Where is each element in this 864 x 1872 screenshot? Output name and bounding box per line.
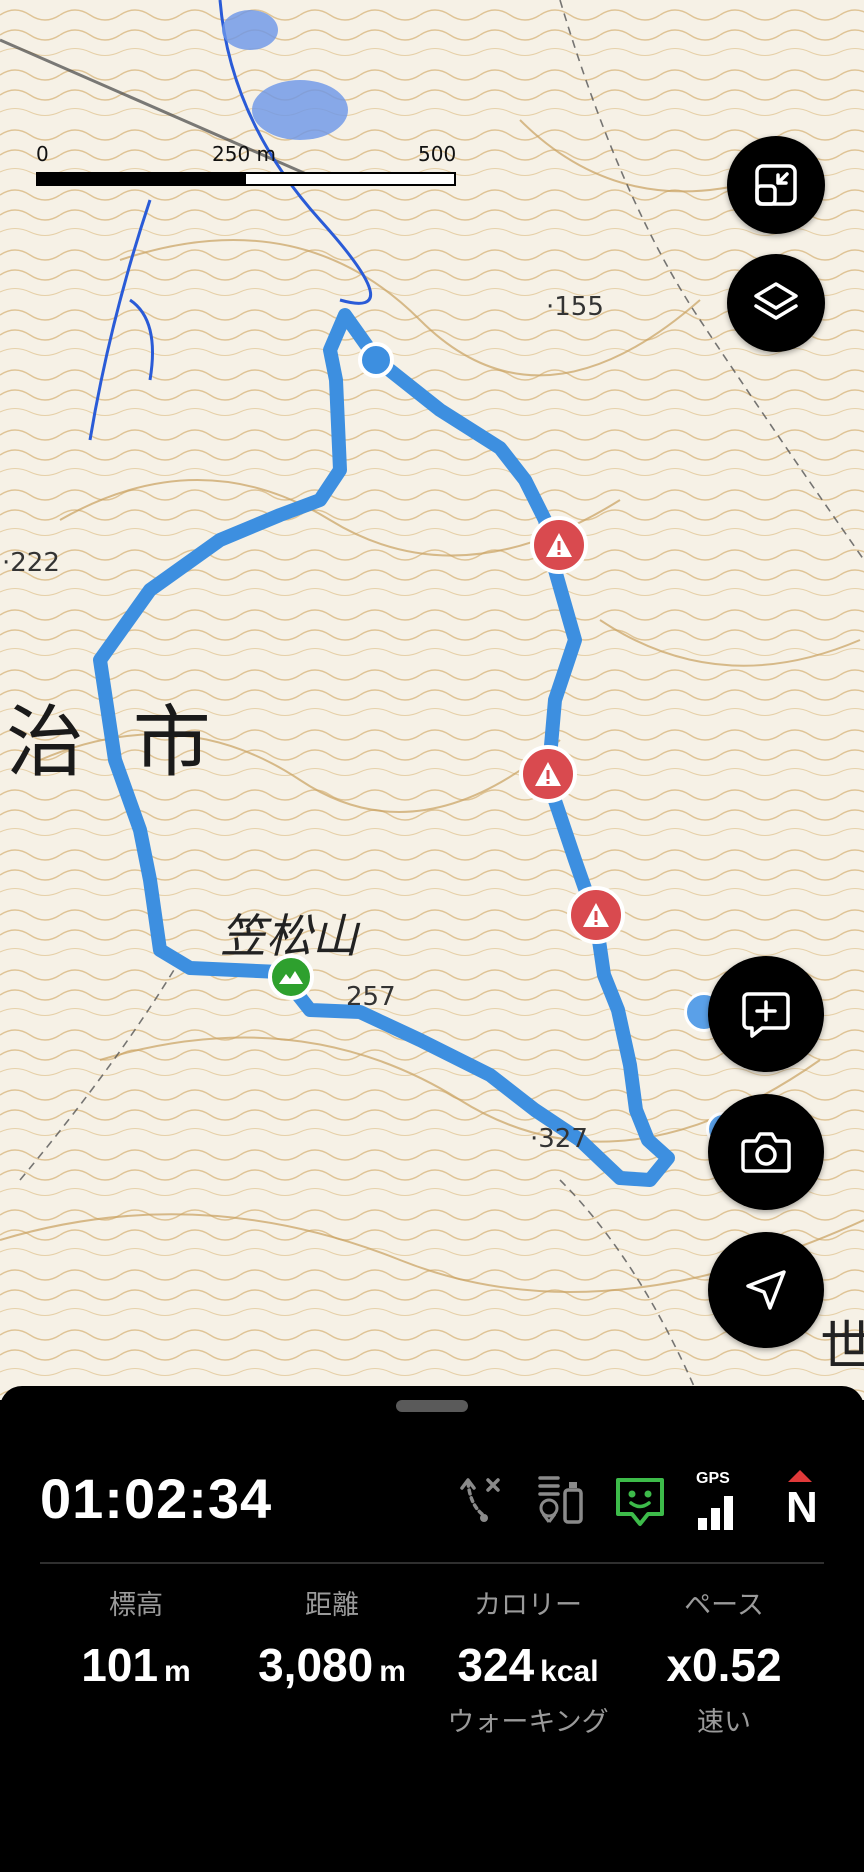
battery-icon <box>534 1470 590 1534</box>
distance-stat: 距離 3,080 m <box>232 1586 432 1692</box>
add-memo-button[interactable] <box>708 956 824 1072</box>
scale-label-250: 250 m <box>212 142 277 166</box>
summit-marker[interactable] <box>268 954 314 1000</box>
pace-rating: 速い <box>697 1707 751 1738</box>
layers-icon <box>754 282 798 320</box>
warning-icon <box>535 762 561 786</box>
fit-route-button[interactable] <box>727 136 825 234</box>
warning-icon <box>546 533 572 557</box>
warning-marker[interactable] <box>567 886 625 944</box>
panel-divider <box>40 1562 824 1564</box>
edge-label: 世 <box>820 1315 864 1378</box>
mountain-icon <box>279 971 303 984</box>
panel-drag-handle[interactable] <box>396 1400 468 1412</box>
activity-panel: 01:02:34 GPS N 標高 101 m 距離 3,080 m カロリー … <box>0 1386 864 1872</box>
camera-button[interactable] <box>708 1094 824 1210</box>
warning-icon <box>583 903 609 927</box>
status-icons: GPS N <box>452 1470 832 1534</box>
gps-signal-icon: GPS <box>692 1470 748 1534</box>
current-location-button[interactable] <box>708 1232 824 1348</box>
scale-bar: 0 250 m 500 m <box>36 142 456 190</box>
altitude-label: 標高 <box>109 1590 163 1621</box>
layers-button[interactable] <box>727 254 825 352</box>
elapsed-time: 01:02:34 <box>40 1467 273 1530</box>
pace-stat: ペース x0.52 速い <box>624 1586 824 1739</box>
activity-type[interactable]: ウォーキング <box>428 1700 628 1739</box>
altitude-value: 101 m <box>81 1639 191 1691</box>
elevation-257: 257 <box>346 982 396 1012</box>
distance-label: 距離 <box>305 1590 359 1621</box>
calories-stat: カロリー 324 kcal ウォーキング <box>428 1586 628 1739</box>
fit-route-icon <box>755 164 797 206</box>
warning-marker[interactable] <box>519 745 577 803</box>
route-off-icon[interactable] <box>452 1470 508 1534</box>
pace-value: x0.52 <box>666 1639 782 1691</box>
pace-label: ペース <box>684 1590 764 1621</box>
add-memo-icon <box>742 992 790 1038</box>
altitude-stat: 標高 101 m <box>36 1586 236 1692</box>
elevation-222: ·222 <box>2 548 60 578</box>
scale-label-0: 0 <box>36 142 49 166</box>
camera-icon <box>741 1132 791 1173</box>
scale-bar-line <box>36 172 456 186</box>
face-status-icon <box>612 1470 668 1534</box>
distance-value: 3,080 m <box>258 1639 406 1691</box>
calories-label: カロリー <box>474 1590 582 1621</box>
compass-north-icon[interactable]: N <box>772 1470 828 1534</box>
start-point-marker <box>358 342 394 378</box>
elevation-327: ·327 <box>530 1124 588 1154</box>
warning-marker[interactable] <box>530 516 588 574</box>
calories-value: 324 kcal <box>457 1639 599 1691</box>
place-name-label: 治 市 <box>6 698 223 788</box>
elevation-155: ·155 <box>546 292 604 322</box>
navigation-arrow-icon <box>746 1270 786 1310</box>
map-view[interactable]: 治 市 笠松山 ·155 ·222 257 ·327 世 0 250 m 500… <box>0 0 864 1400</box>
